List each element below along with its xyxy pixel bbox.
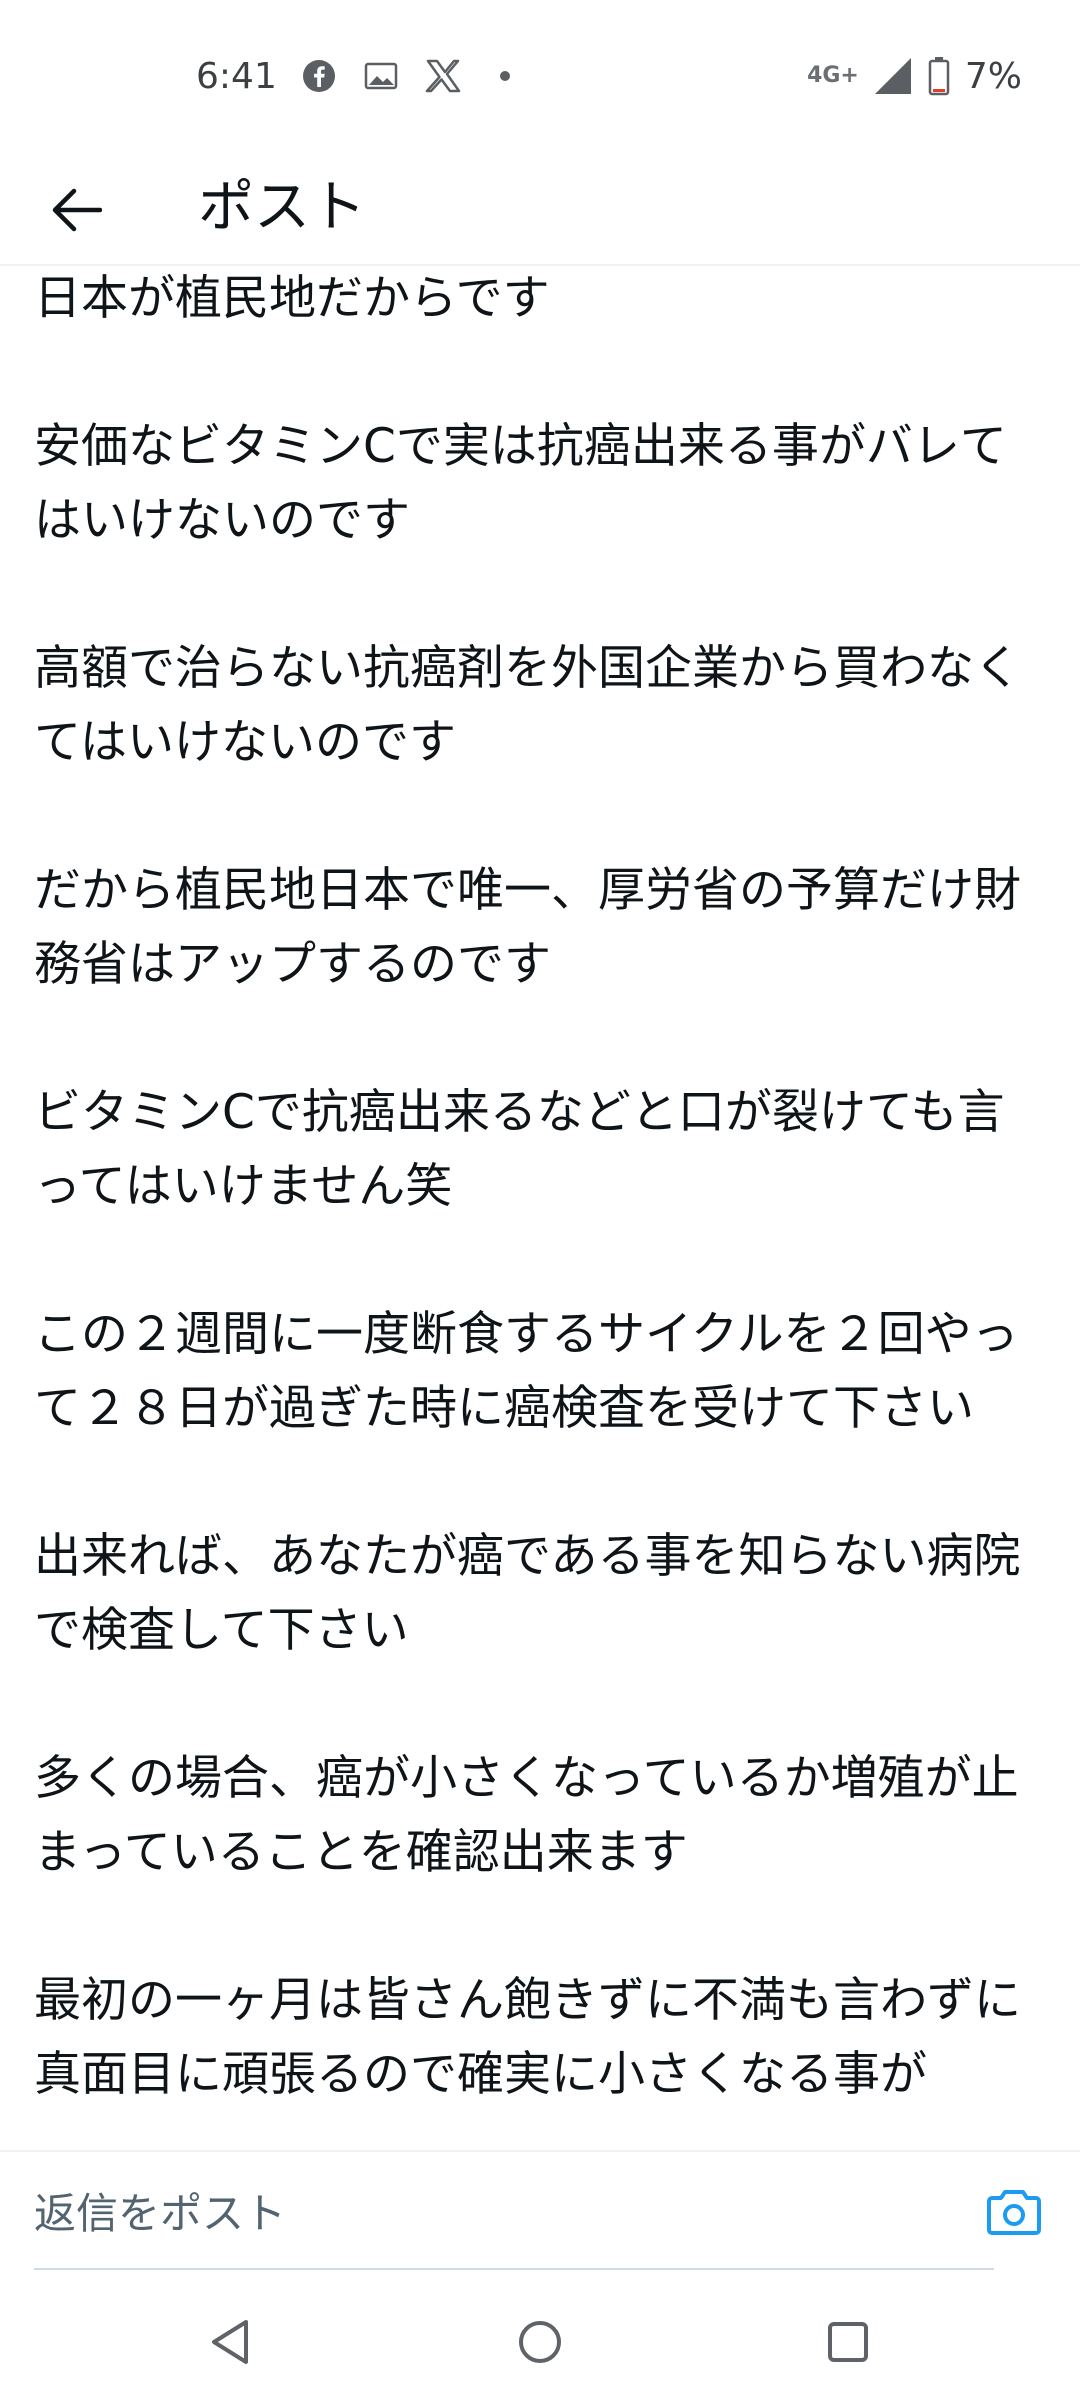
post-paragraph: 最初の一ヶ月は皆さん飽きずに不満も言わずに真面目に頑張るので確実に小さくなる事が bbox=[34, 1973, 1021, 2102]
post-paragraph: ビタミンCで抗癌出来るなどと口が裂けても言ってはいけません笑 bbox=[34, 1085, 1005, 1214]
camera-button[interactable] bbox=[976, 2174, 1052, 2250]
status-bar: 6:41 4G+ 7% bbox=[0, 0, 1080, 150]
status-right: 4G+ 7% bbox=[807, 50, 1022, 102]
status-time: 6:41 bbox=[196, 55, 277, 97]
post-paragraph: この２週間に一度断食するサイクルを２回やって２８日が過ぎた時に癌検査を受けて下さ… bbox=[34, 1307, 1019, 1436]
status-left: 6:41 bbox=[196, 50, 525, 102]
square-recents-icon bbox=[828, 2322, 868, 2362]
reply-bar: 返信をポスト bbox=[0, 2150, 1080, 2274]
signal-icon bbox=[873, 56, 913, 96]
arrow-left-icon bbox=[52, 188, 102, 232]
back-button[interactable] bbox=[36, 170, 116, 250]
facebook-icon bbox=[299, 56, 339, 96]
post-paragraph: 安価なビタミンCで実は抗癌出来る事がバレてはいけないのです bbox=[34, 419, 1007, 548]
post-paragraph: 日本が植民地だからです bbox=[34, 271, 550, 326]
post-paragraph: だから植民地日本で唯一、厚労省の予算だけ財務省はアップするのです bbox=[34, 863, 1021, 992]
post-text: 日本が植民地だからです 安価なビタミンCで実は抗癌出来る事がバレてはいけないので… bbox=[34, 268, 1044, 2148]
post-paragraph: 高額で治らない抗癌剤を外国企業から買わなくてはいけないのです bbox=[34, 641, 1021, 770]
post-paragraph: 出来れば、あなたが癌である事を知らない病院で検査して下さい bbox=[34, 1529, 1021, 1658]
system-nav-bar bbox=[0, 2276, 1080, 2400]
battery-percent: 7% bbox=[964, 55, 1022, 97]
triangle-back-icon bbox=[212, 2320, 248, 2364]
page-title: ポスト bbox=[198, 175, 366, 240]
circle-home-icon bbox=[519, 2321, 561, 2363]
x-icon bbox=[423, 56, 463, 96]
post-paragraph: 多くの場合、癌が小さくなっているか増殖が止まっていることを確認出来ます bbox=[34, 1751, 1019, 1880]
network-type: 4G+ bbox=[807, 63, 859, 88]
dot-icon bbox=[485, 56, 525, 96]
nav-back-button[interactable] bbox=[190, 2302, 270, 2382]
battery-icon bbox=[927, 56, 951, 96]
camera-icon bbox=[987, 2190, 1041, 2235]
top-app-bar: ポスト bbox=[0, 150, 1080, 266]
reply-input[interactable]: 返信をポスト bbox=[34, 2152, 994, 2270]
post-content[interactable]: 日本が植民地だからです 安価なビタミンCで実は抗癌出来る事がバレてはいけないので… bbox=[0, 268, 1080, 2148]
image-icon bbox=[361, 56, 401, 96]
nav-recents-button[interactable] bbox=[808, 2302, 888, 2382]
nav-home-button[interactable] bbox=[500, 2302, 580, 2382]
